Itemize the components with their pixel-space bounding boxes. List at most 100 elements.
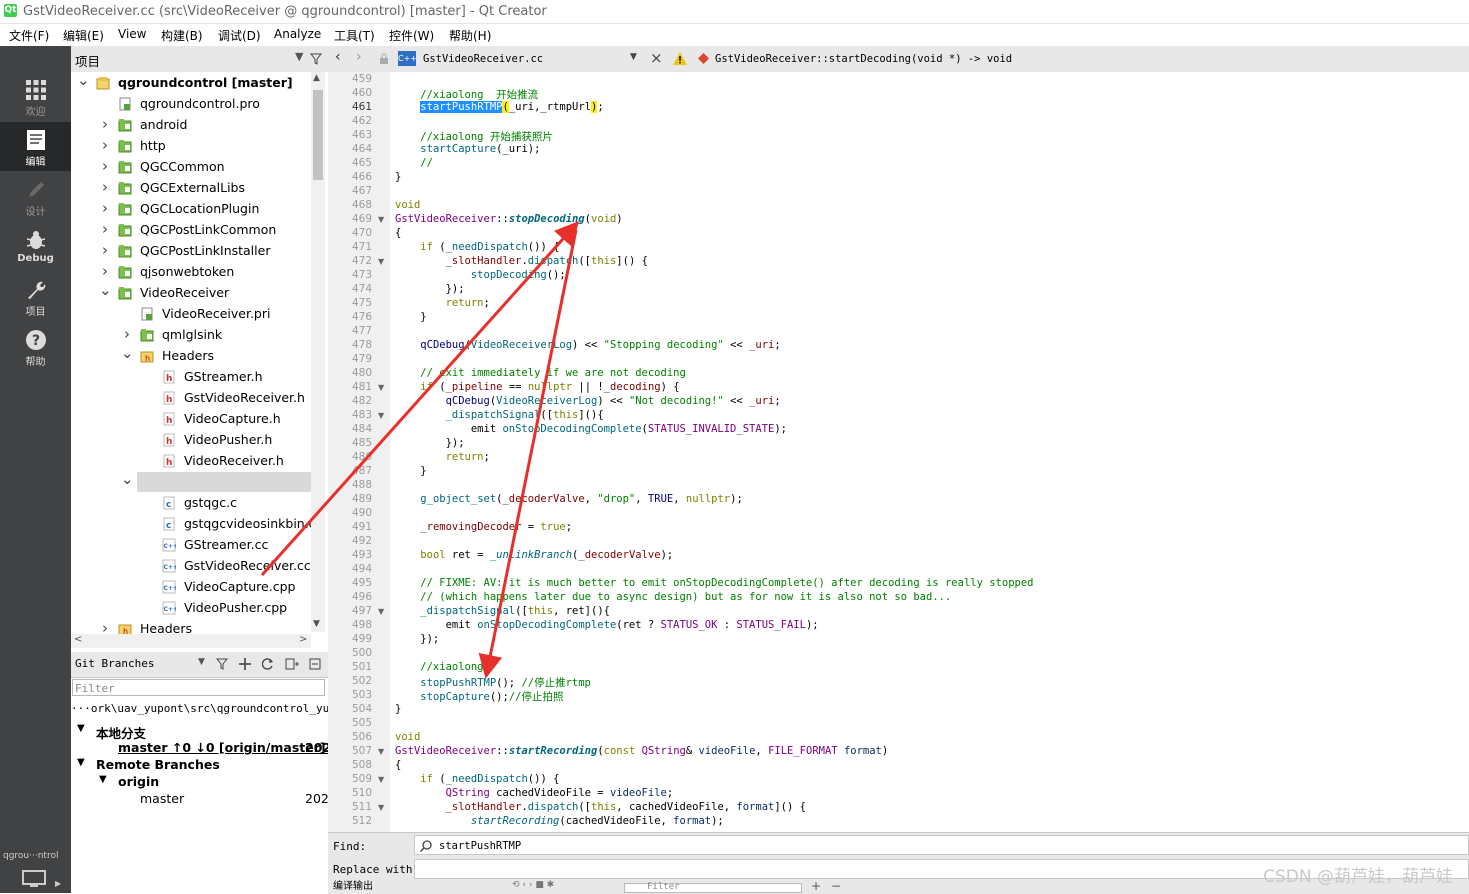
local-branch-master[interactable]: master ↑0 ↓0 [origin/master]: [118, 740, 326, 755]
scrollbar-thumb[interactable]: [313, 90, 323, 180]
code-line[interactable]: startPushRTMP(_uri,_rtmpUrl);: [395, 101, 604, 113]
expand-arrow-icon[interactable]: ▼: [99, 774, 107, 785]
mode-debug[interactable]: Debug: [0, 222, 71, 271]
code-line[interactable]: QString cachedVideoFile = videoFile;: [395, 787, 674, 799]
scroll-right-icon[interactable]: >: [299, 634, 307, 645]
project-tree-item[interactable]: h GstVideoReceiver.h: [71, 388, 311, 408]
project-tree-item[interactable]: › QGCExternalLibs: [71, 178, 311, 198]
project-tree-item[interactable]: c gstqgc.c: [71, 493, 311, 513]
scroll-down-icon[interactable]: ▼: [313, 619, 320, 629]
split-icon[interactable]: [285, 658, 299, 670]
code-line[interactable]: if (_pipeline == nullptr || !_decoding) …: [395, 381, 679, 393]
code-line[interactable]: g_object_set(_decoderValve, "drop", TRUE…: [395, 493, 743, 505]
fold-marker-icon[interactable]: ▼: [378, 215, 384, 224]
menu-build[interactable]: 构建(B): [161, 27, 203, 44]
code-line[interactable]: });: [395, 633, 439, 645]
refresh-icon[interactable]: [262, 658, 274, 670]
code-line[interactable]: // FIXME: AV: it is much better to emit …: [395, 577, 1033, 589]
back-icon[interactable]: ‹: [335, 49, 341, 65]
git-panel-dropdown-icon[interactable]: ▼: [198, 657, 205, 667]
code-line[interactable]: stopCapture();//停止拍照: [395, 689, 563, 704]
project-tree-item[interactable]: C++ VideoPusher.cpp: [71, 598, 311, 618]
scroll-left-icon[interactable]: <: [74, 634, 82, 645]
project-tree-item[interactable]: › QGCPostLinkInstaller: [71, 241, 311, 261]
project-tree-item[interactable]: C++ GstVideoReceiver.cc: [71, 556, 311, 576]
project-tree-item[interactable]: › qjsonwebtoken: [71, 262, 311, 282]
project-tree-item[interactable]: › android: [71, 115, 311, 135]
project-tree-hscrollbar[interactable]: < >: [71, 634, 311, 648]
code-line[interactable]: stopPushRTMP(); //停止推rtmp: [395, 675, 591, 690]
code-line[interactable]: GstVideoReceiver::startRecording(const Q…: [395, 745, 888, 757]
menu-analyze[interactable]: Analyze: [274, 27, 321, 41]
code-line[interactable]: {: [395, 759, 401, 771]
code-line[interactable]: }: [395, 311, 426, 323]
expand-arrow-icon[interactable]: ›: [99, 136, 111, 154]
collapse-arrow-icon[interactable]: ⌄: [121, 472, 134, 487]
project-tree-item[interactable]: h GStreamer.h: [71, 367, 311, 387]
project-tree-item[interactable]: ⌄ qgroundcontrol [master]: [71, 73, 311, 93]
code-line[interactable]: _removingDecoder = true;: [395, 521, 572, 533]
current-symbol[interactable]: GstVideoReceiver::startDecoding(void *) …: [715, 53, 1012, 65]
project-tree-item[interactable]: › QGCPostLinkCommon: [71, 220, 311, 240]
expand-arrow-icon[interactable]: ›: [99, 157, 111, 175]
close-pane-icon[interactable]: [309, 658, 321, 670]
mode-projects[interactable]: 项目: [0, 272, 71, 321]
fold-marker-icon[interactable]: ▼: [378, 803, 384, 812]
code-line[interactable]: {: [395, 227, 401, 239]
code-line[interactable]: }: [395, 465, 426, 477]
project-tree-scrollbar[interactable]: ▲ ▼: [311, 72, 325, 632]
project-tree-item[interactable]: › h Headers: [71, 619, 311, 634]
project-tree-item[interactable]: C++ GStreamer.cc: [71, 535, 311, 555]
project-tree-item[interactable]: h VideoPusher.h: [71, 430, 311, 450]
fold-marker-icon[interactable]: ▼: [378, 257, 384, 266]
expand-arrow-icon[interactable]: ▼: [77, 757, 85, 768]
collapse-arrow-icon[interactable]: ⌄: [99, 283, 112, 298]
code-line[interactable]: _dispatchSignal([this](){: [395, 409, 604, 421]
menu-debug[interactable]: 调试(D): [218, 27, 261, 44]
expand-arrow-icon[interactable]: ›: [99, 220, 111, 238]
project-panel-dropdown-icon[interactable]: ▼: [295, 50, 303, 63]
project-tree-item[interactable]: c gstqgcvideosinkbin.c: [71, 514, 316, 534]
scroll-up-icon[interactable]: ▲: [313, 73, 320, 83]
expand-arrow-icon[interactable]: ›: [99, 178, 111, 196]
remote-origin[interactable]: origin: [118, 774, 159, 789]
menu-widgets[interactable]: 控件(W): [389, 27, 434, 44]
expand-arrow-icon[interactable]: ›: [99, 115, 111, 133]
expand-arrow-icon[interactable]: ›: [99, 199, 111, 217]
git-filter-input[interactable]: Filter: [72, 679, 325, 696]
project-tree-item[interactable]: › http: [71, 136, 311, 156]
code-line[interactable]: emit onStopDecodingComplete(STATUS_INVAL…: [395, 423, 787, 435]
code-line[interactable]: _dispatchSignal([this, ret](){: [395, 605, 610, 617]
kit-selector[interactable]: qgrou···ntrol ▶: [0, 843, 71, 893]
remote-branch-master[interactable]: master: [140, 791, 184, 806]
fold-marker-icon[interactable]: ▼: [378, 775, 384, 784]
code-line[interactable]: void: [395, 731, 420, 743]
find-input[interactable]: startPushRTMP: [414, 835, 1469, 855]
mode-design[interactable]: 设计: [0, 172, 71, 221]
expand-arrow-icon[interactable]: ›: [99, 241, 111, 259]
code-line[interactable]: if (_needDispatch()) {: [395, 241, 559, 253]
compile-output-tab[interactable]: 编译输出: [333, 881, 373, 892]
project-tree-item[interactable]: › qmlglsink: [71, 325, 311, 345]
fold-marker-icon[interactable]: ▼: [378, 383, 384, 392]
expand-arrow-icon[interactable]: ›: [99, 262, 111, 280]
fold-marker-icon[interactable]: ▼: [378, 607, 384, 616]
code-line[interactable]: stopDecoding();: [395, 269, 566, 281]
collapse-arrow-icon[interactable]: ⌄: [77, 73, 90, 88]
fold-marker-icon[interactable]: ▼: [378, 411, 384, 420]
output-filter-input[interactable]: Filter: [647, 882, 680, 892]
project-tree-item[interactable]: h VideoCapture.h: [71, 409, 311, 429]
code-line[interactable]: _slotHandler.dispatch([this]() {: [395, 255, 648, 267]
expand-arrow-icon[interactable]: ›: [121, 325, 133, 343]
project-tree-item[interactable]: ⌄ h Headers: [71, 346, 311, 366]
code-line[interactable]: qCDebug(VideoReceiverLog) << "Not decodi…: [395, 395, 781, 407]
expand-arrow-icon[interactable]: ▼: [77, 723, 85, 734]
zoom-out-icon[interactable]: −: [831, 879, 841, 893]
code-line[interactable]: // exit immediately if we are not decodi…: [395, 367, 686, 379]
code-line[interactable]: qCDebug(VideoReceiverLog) << "Stopping d…: [395, 339, 780, 351]
code-line[interactable]: //xiaolong 开始推流: [395, 87, 538, 102]
project-tree-item[interactable]: C++ VideoCapture.cpp: [71, 577, 311, 597]
code-line[interactable]: void: [395, 199, 420, 211]
project-tree-item[interactable]: ⌄ VideoReceiver: [71, 283, 311, 303]
code-line[interactable]: //xiaolong: [395, 661, 483, 673]
